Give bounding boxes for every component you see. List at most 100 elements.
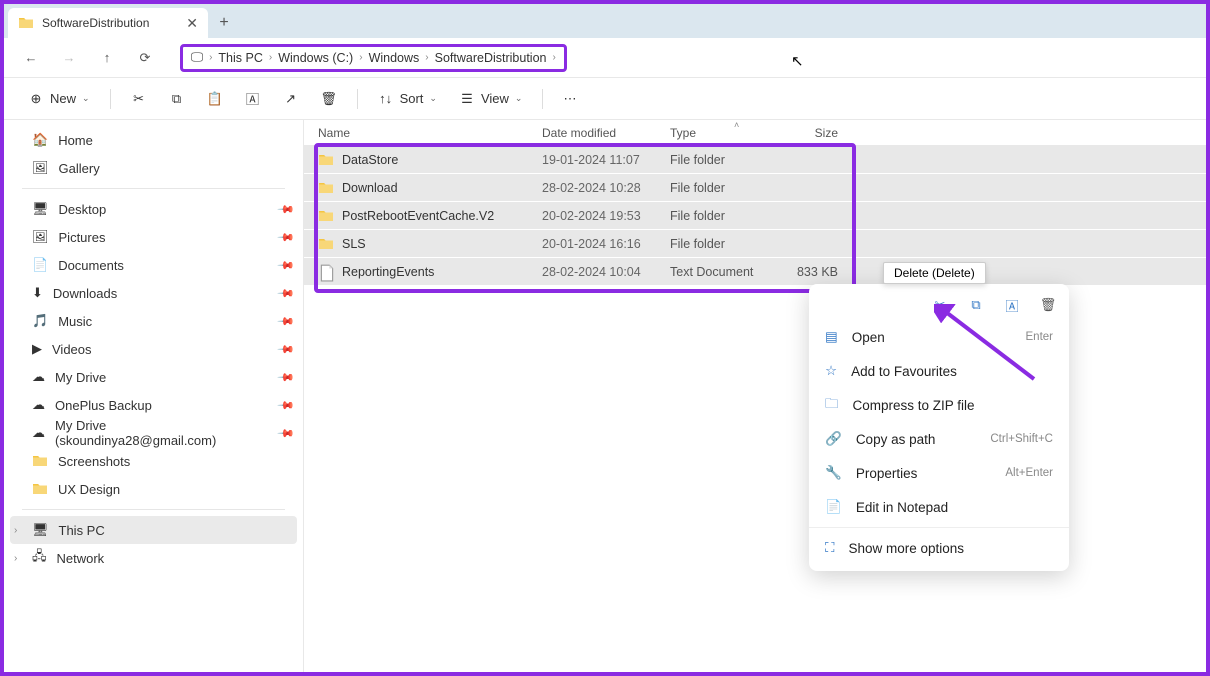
ctx-favourites[interactable]: ☆ Add to Favourites [809, 354, 1069, 388]
separator [110, 89, 111, 109]
tab-active[interactable]: SoftwareDistribution ✕ [8, 8, 208, 38]
folder-icon [32, 453, 48, 469]
notepad-icon: 📄 [825, 499, 842, 515]
sidebar-item[interactable]: 🎵Music📌 [4, 307, 303, 335]
ctx-edit-notepad[interactable]: 📄 Edit in Notepad [809, 490, 1069, 524]
ctx-compress[interactable]: 🗀 Compress to ZIP file [809, 388, 1069, 422]
file-name: Download [342, 181, 542, 195]
refresh-button[interactable]: ⟳ [134, 47, 156, 69]
share-button[interactable]: ↗ [275, 85, 307, 113]
more-button[interactable]: ⋯ [555, 85, 584, 113]
copy-button[interactable]: ⧉ [161, 85, 193, 113]
col-size[interactable]: Size [778, 126, 838, 140]
sidebar-item[interactable]: 🖼Pictures📌 [4, 223, 303, 251]
delete-button[interactable]: 🗑 [313, 85, 345, 113]
col-date[interactable]: Date modified [542, 126, 670, 140]
chevron-right-icon: › [552, 52, 555, 63]
breadcrumb[interactable]: 🖵 › This PC › Windows (C:) › Windows › S… [180, 44, 567, 72]
file-date: 28-02-2024 10:04 [542, 265, 670, 279]
separator [22, 509, 285, 510]
back-button[interactable]: ← [20, 47, 42, 69]
folder-icon [32, 481, 48, 497]
copy-icon[interactable]: ⧉ [967, 296, 985, 314]
cut-button[interactable]: ✂ [123, 85, 155, 113]
sidebar: 🏠 Home 🖼 Gallery 🖥Desktop📌🖼Pictures📌📄Doc… [4, 120, 304, 672]
network-icon: 🖧 [32, 547, 47, 569]
ctx-open[interactable]: ▤ Open Enter [809, 320, 1069, 354]
sidebar-label: Pictures [59, 230, 106, 245]
up-button[interactable]: ↑ [96, 47, 118, 69]
sidebar-item[interactable]: ⬇Downloads📌 [4, 279, 303, 307]
breadcrumb-item[interactable]: This PC [218, 51, 262, 65]
sidebar-label: Network [57, 551, 105, 566]
sidebar-network[interactable]: › 🖧 Network [4, 544, 303, 572]
context-menu: ✂ ⧉ 🄰 🗑 ▤ Open Enter ☆ Add to Favourites… [809, 284, 1069, 571]
open-icon: ▤ [825, 329, 838, 345]
ctx-show-more[interactable]: ⛶ Show more options [809, 531, 1069, 565]
chevron-right-icon: › [269, 52, 272, 63]
rename-button[interactable]: 🄰 [237, 85, 269, 113]
pin-icon: 📌 [277, 424, 296, 443]
file-name: PostRebootEventCache.V2 [342, 209, 542, 223]
sidebar-item[interactable]: 🖥Desktop📌 [4, 195, 303, 223]
wrench-icon: 🔧 [825, 465, 842, 481]
item-icon: 🖥 [32, 201, 49, 217]
new-tab-button[interactable]: + [208, 8, 240, 38]
sidebar-home[interactable]: 🏠 Home [4, 126, 303, 154]
sidebar-label: Screenshots [58, 454, 130, 469]
file-date: 20-01-2024 16:16 [542, 237, 670, 251]
ctx-copy-path[interactable]: 🔗 Copy as path Ctrl+Shift+C [809, 422, 1069, 456]
breadcrumb-item[interactable]: Windows (C:) [278, 51, 353, 65]
file-icon [318, 264, 336, 280]
item-icon: 📄 [32, 257, 48, 273]
sidebar-this-pc[interactable]: › 🖥 This PC [10, 516, 297, 544]
folder-icon [18, 15, 34, 31]
view-button[interactable]: ☰ View ⌄ [451, 85, 531, 113]
item-icon: ▶ [32, 341, 42, 357]
sidebar-item[interactable]: ☁My Drive📌 [4, 363, 303, 391]
ctx-label: Show more options [848, 541, 964, 556]
scissors-icon[interactable]: ✂ [931, 296, 949, 314]
sidebar-item[interactable]: UX Design [4, 475, 303, 503]
sidebar-item[interactable]: ▶Videos📌 [4, 335, 303, 363]
column-header: Name Date modified Type Size ˄ [304, 120, 1206, 146]
trash-icon: 🗑 [321, 91, 337, 107]
ctx-label: Compress to ZIP file [853, 398, 975, 413]
file-row[interactable]: ReportingEvents 28-02-2024 10:04 Text Do… [304, 258, 1206, 285]
sidebar-item[interactable]: ☁OnePlus Backup📌 [4, 391, 303, 419]
sort-label: Sort [400, 91, 424, 106]
file-date: 28-02-2024 10:28 [542, 181, 670, 195]
col-name[interactable]: Name [318, 126, 542, 140]
sidebar-gallery[interactable]: 🖼 Gallery [4, 154, 303, 182]
ctx-label: Copy as path [856, 432, 936, 447]
separator [542, 89, 543, 109]
close-icon[interactable]: ✕ [186, 15, 198, 32]
copy-icon: ⧉ [169, 91, 185, 107]
col-type[interactable]: Type [670, 126, 778, 140]
file-row[interactable]: SLS 20-01-2024 16:16 File folder [304, 230, 1206, 257]
cursor-icon: ↖ [791, 52, 804, 70]
sidebar-item[interactable]: Screenshots [4, 447, 303, 475]
new-button[interactable]: ⊕ New ⌄ [20, 85, 98, 113]
file-row[interactable]: DataStore 19-01-2024 11:07 File folder [304, 146, 1206, 173]
ctx-properties[interactable]: 🔧 Properties Alt+Enter [809, 456, 1069, 490]
file-row[interactable]: PostRebootEventCache.V2 20-02-2024 19:53… [304, 202, 1206, 229]
breadcrumb-item[interactable]: Windows [369, 51, 420, 65]
item-icon: ☁ [32, 397, 45, 413]
sidebar-item[interactable]: 📄Documents📌 [4, 251, 303, 279]
forward-button[interactable]: → [58, 47, 80, 69]
sort-button[interactable]: ↑↓ Sort ⌄ [370, 85, 445, 113]
tooltip-delete: Delete (Delete) [883, 262, 986, 284]
pin-icon: 📌 [277, 228, 296, 247]
file-row[interactable]: Download 28-02-2024 10:28 File folder [304, 174, 1206, 201]
chevron-right-icon: › [359, 52, 362, 63]
home-icon: 🏠 [32, 132, 48, 148]
nav-bar: ← → ↑ ⟳ 🖵 › This PC › Windows (C:) › Win… [4, 38, 1206, 78]
sidebar-item[interactable]: ☁My Drive (skoundinya28@gmail.com)📌 [4, 419, 303, 447]
file-date: 20-02-2024 19:53 [542, 209, 670, 223]
paste-button[interactable]: 📋 [199, 85, 231, 113]
breadcrumb-item[interactable]: SoftwareDistribution [435, 51, 547, 65]
zip-icon: 🗀 [825, 394, 839, 417]
rename-icon[interactable]: 🄰 [1003, 296, 1021, 314]
trash-icon[interactable]: 🗑 [1039, 296, 1057, 314]
